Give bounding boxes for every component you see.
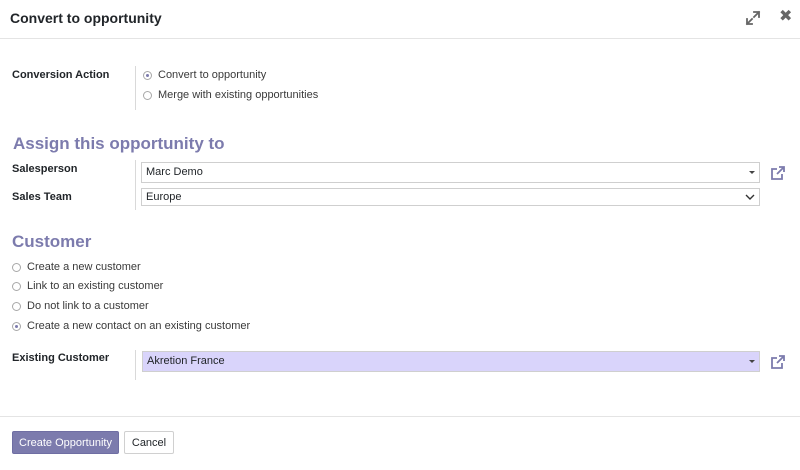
- salesperson-value: Marc Demo: [146, 166, 203, 178]
- dialog-footer: Create Opportunity Cancel: [0, 416, 800, 470]
- conversion-action-label: Conversion Action: [12, 69, 110, 81]
- radio-label: Merge with existing opportunities: [158, 89, 319, 101]
- expand-icon[interactable]: [745, 10, 761, 26]
- radio-convert-to-opportunity[interactable]: Convert to opportunity: [143, 69, 266, 81]
- radio-label: Create a new contact on an existing cust…: [27, 320, 251, 332]
- radio-merge-existing[interactable]: Merge with existing opportunities: [143, 89, 318, 101]
- dropdown-caret-icon[interactable]: [749, 360, 755, 363]
- dialog-header: Convert to opportunity ✖: [0, 0, 800, 39]
- radio-label: Create a new customer: [27, 261, 141, 273]
- radio-button[interactable]: [12, 321, 21, 331]
- cancel-button[interactable]: Cancel: [124, 431, 174, 454]
- dialog-title: Convert to opportunity: [10, 10, 162, 26]
- radio-button[interactable]: [12, 281, 21, 291]
- radio-link-existing-customer[interactable]: Link to an existing customer: [12, 280, 163, 292]
- field-separator: [135, 350, 136, 380]
- existing-customer-external-link-icon[interactable]: [770, 354, 786, 370]
- sales-team-value: Europe: [146, 191, 182, 203]
- radio-create-new-customer[interactable]: Create a new customer: [12, 261, 141, 273]
- field-separator: [135, 66, 136, 110]
- assign-section-title: Assign this opportunity to: [13, 134, 225, 153]
- radio-label: Link to an existing customer: [27, 280, 164, 292]
- customer-section-title: Customer: [12, 232, 92, 251]
- radio-label: Do not link to a customer: [27, 300, 149, 312]
- sales-team-select[interactable]: Europe: [141, 188, 760, 206]
- existing-customer-label: Existing Customer: [12, 352, 110, 364]
- salesperson-label: Salesperson: [12, 163, 78, 175]
- radio-label: Convert to opportunity: [158, 69, 267, 81]
- field-separator: [135, 160, 136, 210]
- salesperson-external-link-icon[interactable]: [770, 165, 786, 181]
- dropdown-caret-icon[interactable]: [749, 171, 755, 174]
- existing-customer-value: Akretion France: [147, 355, 225, 367]
- radio-button[interactable]: [12, 262, 21, 272]
- create-opportunity-button[interactable]: Create Opportunity: [12, 431, 119, 454]
- radio-do-not-link[interactable]: Do not link to a customer: [12, 300, 149, 312]
- salesperson-select[interactable]: Marc Demo: [141, 162, 760, 183]
- radio-button[interactable]: [143, 90, 152, 100]
- radio-new-contact-existing-customer[interactable]: Create a new contact on an existing cust…: [12, 320, 250, 332]
- existing-customer-select[interactable]: Akretion France: [142, 351, 760, 372]
- chevron-down-icon[interactable]: [745, 192, 755, 202]
- radio-button[interactable]: [143, 70, 152, 80]
- radio-button[interactable]: [12, 301, 21, 311]
- sales-team-label: Sales Team: [12, 191, 72, 203]
- close-icon[interactable]: ✖: [779, 8, 792, 26]
